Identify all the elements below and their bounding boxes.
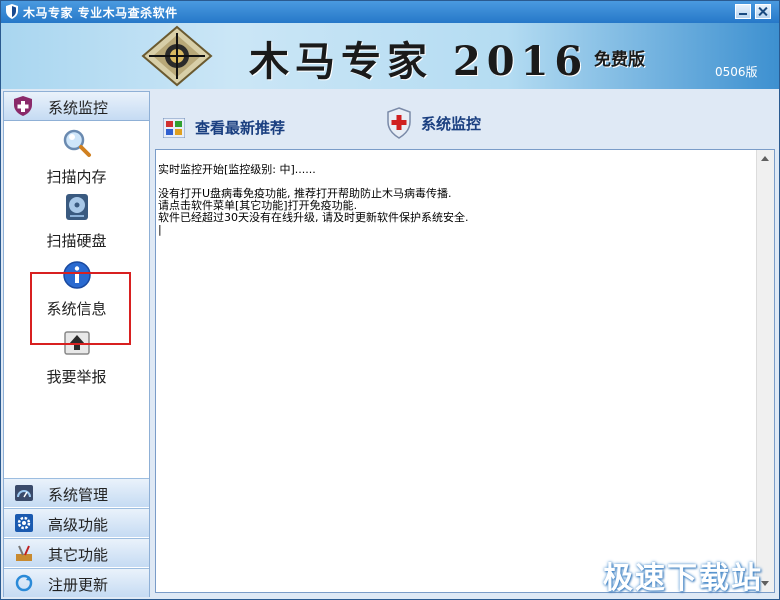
category-label: 其它功能 (48, 546, 109, 564)
magnifier-icon (63, 129, 91, 157)
gear-icon (15, 514, 33, 532)
log-line: 实时监控开始[监控级别: 中]...... (158, 163, 316, 176)
monitor-log[interactable]: 实时监控开始[监控级别: 中]...... 没有打开U盘病毒免疫功能, 推荐打开帮… (155, 149, 775, 593)
window-title: 木马专家 专业木马查杀软件 (23, 6, 178, 20)
tool-label: 我要举报 (46, 368, 107, 386)
category-register-update[interactable]: 注册更新 (4, 568, 149, 597)
recommend-label: 查看最新推荐 (195, 119, 286, 137)
watermark: 极速下载站 (603, 561, 763, 596)
grid-icon (163, 117, 185, 138)
scan-disk-highlight (30, 272, 131, 345)
app-banner: 木马专家 2016 免费版 0506版 (1, 23, 779, 89)
refresh-icon (15, 574, 33, 592)
category-advanced[interactable]: 高级功能 (4, 508, 149, 537)
main-window: 木马专家 专业木马查杀软件 木马专家 2016 免费版 0506版 系统监控 扫… (0, 0, 780, 600)
version-label: 0506版 (715, 65, 758, 79)
close-button[interactable] (755, 4, 771, 19)
log-line: 软件已经超过30天没有在线升级, 请及时更新软件保护系统安全. (158, 211, 469, 224)
log-text: 实时监控开始[监控级别: 中]...... 没有打开U盘病毒免疫功能, 推荐打开帮… (158, 152, 754, 260)
tab-system-monitor[interactable]: 系统监控 (387, 107, 481, 139)
minimize-button[interactable] (735, 4, 751, 19)
scroll-up-icon[interactable] (761, 156, 769, 161)
tool-scan-disk[interactable]: 扫描硬盘 (4, 192, 149, 256)
edition-label: 免费版 (594, 50, 645, 70)
shield-icon (6, 4, 18, 19)
category-other[interactable]: 其它功能 (4, 538, 149, 567)
sidebar-header-system-monitor[interactable]: 系统监控 (4, 92, 149, 121)
sidebar: 系统监控 扫描内存 扫描硬盘 系统信息 我要举报 系统管理 高级功能 其它功能 … (3, 91, 150, 597)
main-panel: 查看最新推荐 系统监控 实时监控开始[监控级别: 中]...... 没有打开U盘病… (153, 91, 779, 597)
text-cursor: | (158, 223, 162, 236)
category-label: 系统管理 (48, 486, 109, 504)
tool-label: 扫描硬盘 (46, 232, 107, 250)
minimize-icon (739, 13, 747, 15)
vertical-scrollbar[interactable] (756, 150, 774, 592)
brand-title: 木马专家 2016 (249, 38, 589, 85)
tools-icon (16, 545, 32, 561)
category-system-management[interactable]: 系统管理 (4, 478, 149, 507)
tool-label: 扫描内存 (46, 168, 107, 186)
dashboard-icon (15, 485, 33, 501)
shield-plus-icon (14, 96, 32, 116)
category-label: 注册更新 (48, 576, 109, 594)
tool-scan-memory[interactable]: 扫描内存 (4, 128, 149, 192)
sidebar-header-label: 系统监控 (48, 99, 109, 117)
category-label: 高级功能 (48, 516, 109, 534)
monitor-label: 系统监控 (421, 114, 482, 133)
hard-disk-icon (66, 194, 88, 220)
crosshair-logo (141, 25, 213, 87)
title-bar[interactable]: 木马专家 专业木马查杀软件 (1, 1, 779, 23)
recommend-link[interactable]: 查看最新推荐 (163, 117, 285, 138)
shield-cross-icon (387, 107, 411, 139)
